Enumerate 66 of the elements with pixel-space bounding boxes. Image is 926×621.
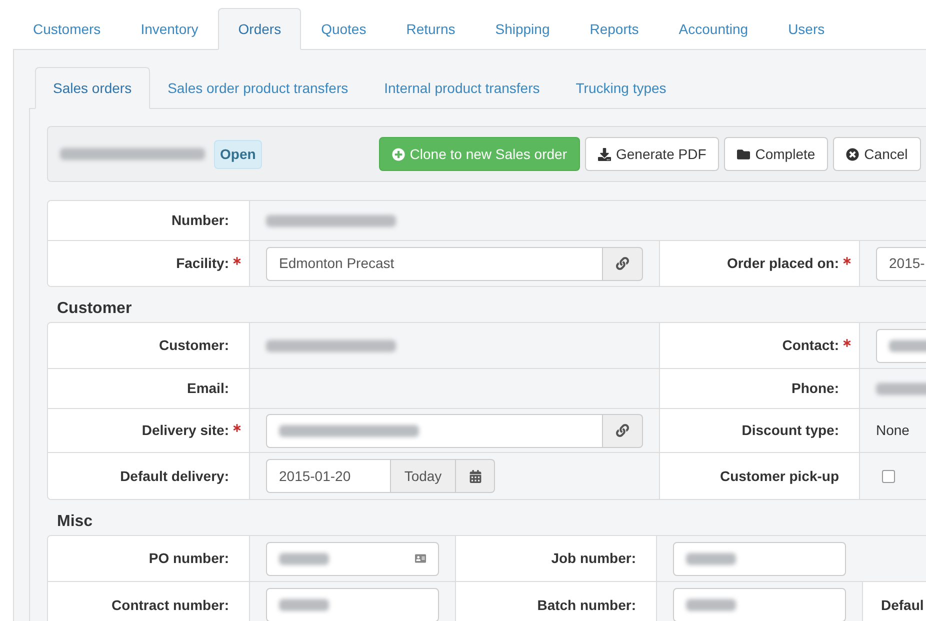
- text-field[interactable]: 2015-: [876, 246, 926, 280]
- text-field[interactable]: [266, 588, 439, 621]
- redacted-text: [889, 340, 926, 352]
- text-field[interactable]: [266, 542, 439, 576]
- tab[interactable]: Reports: [570, 8, 659, 50]
- field-label: Contact:: [782, 336, 839, 355]
- tab[interactable]: Users: [768, 8, 845, 50]
- contact-card-icon: [415, 553, 426, 564]
- required-asterisk-icon: [233, 256, 241, 264]
- toolbar-button[interactable]: Complete: [724, 137, 828, 171]
- folder-icon: [737, 148, 750, 160]
- field-label: Facility:: [176, 254, 229, 273]
- redacted-text: [686, 599, 736, 611]
- cancel-icon: [846, 148, 860, 160]
- tab[interactable]: Internal product transfers: [366, 67, 558, 109]
- toolbar-button[interactable]: Clone to new Sales order: [378, 137, 580, 171]
- link-button[interactable]: [603, 246, 643, 280]
- tab[interactable]: Trucking types: [558, 67, 684, 109]
- redacted-text: [686, 552, 736, 564]
- tab[interactable]: Quotes: [301, 8, 386, 50]
- field-value: None: [876, 421, 910, 440]
- field-label: Batch number:: [537, 596, 636, 614]
- field-label: Number:: [171, 211, 229, 230]
- text-field[interactable]: [673, 588, 846, 621]
- field-label: Job number:: [551, 549, 636, 568]
- text-field[interactable]: [266, 414, 604, 448]
- tab[interactable]: Sales orders: [35, 67, 150, 109]
- link-button[interactable]: [603, 414, 643, 448]
- tab[interactable]: Inventory: [120, 8, 218, 50]
- download-icon: [598, 148, 611, 160]
- field-label: PO number:: [148, 549, 229, 568]
- section-heading: Customer: [57, 300, 132, 318]
- tab[interactable]: Accounting: [658, 8, 768, 50]
- today-button[interactable]: Today: [391, 459, 456, 493]
- text-field[interactable]: Edmonton Precast: [266, 246, 604, 280]
- tab[interactable]: Shipping: [475, 8, 570, 50]
- text-field[interactable]: [673, 542, 846, 576]
- toolbar-button[interactable]: Generate PDF: [584, 137, 720, 171]
- required-asterisk-icon: [233, 424, 241, 432]
- section-heading: Misc: [57, 513, 93, 531]
- tab[interactable]: Returns: [386, 8, 476, 50]
- redacted-text: [279, 599, 329, 611]
- calendar-icon: [468, 470, 482, 482]
- status-badge: Open: [214, 140, 262, 168]
- date-field[interactable]: 2015-01-20: [266, 459, 391, 493]
- field-label: Phone:: [792, 379, 839, 398]
- toolbar-button[interactable]: Cancel: [833, 137, 921, 171]
- tab[interactable]: Sales order product transfers: [150, 67, 366, 109]
- redacted-text: [279, 552, 329, 564]
- tab[interactable]: Orders: [218, 8, 302, 50]
- field-label: Customer:: [158, 336, 229, 355]
- field-label: Discount type:: [742, 421, 839, 440]
- checkbox[interactable]: [882, 470, 895, 482]
- link-icon: [616, 424, 630, 437]
- tab[interactable]: Customers: [13, 8, 121, 50]
- field-label: Contract number:: [112, 596, 229, 614]
- field-label: Customer pick-up: [720, 466, 839, 486]
- field-label: Email:: [186, 379, 229, 398]
- calendar-button[interactable]: [456, 459, 495, 493]
- field-label: Delivery site:: [142, 421, 229, 440]
- required-asterisk-icon: [843, 256, 851, 264]
- required-asterisk-icon: [843, 338, 851, 346]
- link-icon: [616, 257, 630, 270]
- field-label: Defaul: [881, 596, 924, 614]
- field-label: Default delivery:: [120, 466, 229, 486]
- field-label: Order placed on:: [726, 254, 839, 273]
